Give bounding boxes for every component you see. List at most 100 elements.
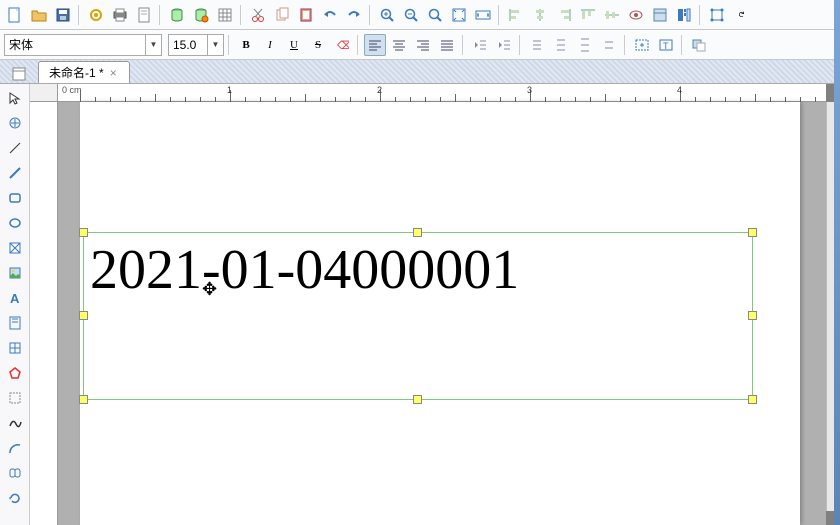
document-tab[interactable]: 未命名-1 * × [38,61,130,83]
italic-button[interactable]: I [259,34,281,56]
fit-page-icon[interactable] [448,4,470,26]
tab-strip: 未命名-1 * × [0,60,840,84]
align-center-icon[interactable] [388,34,410,56]
svg-text:A: A [10,291,20,305]
link-tool-icon[interactable] [3,461,27,485]
align-justify-icon[interactable] [436,34,458,56]
ellipse-tool-icon[interactable] [3,211,27,235]
canvas-area[interactable]: 2021-01-04000001 ✥ [58,102,826,525]
format-toolbar: ▼ ▼ B I U S ⌫ T [0,30,840,60]
canvas-container: 0 cm123456 1234 2021-01-04000001 ✥ [30,84,840,525]
arc-tool-icon[interactable] [3,436,27,460]
tools-panel: A [0,84,30,525]
resize-handle-mr[interactable] [748,311,757,320]
visibility-icon[interactable] [625,4,647,26]
page[interactable]: 2021-01-04000001 ✥ [80,102,800,525]
zoom-icon[interactable] [424,4,446,26]
spacing-1-icon[interactable] [526,34,548,56]
font-size-input[interactable] [169,35,207,55]
resize-handle-tm[interactable] [413,228,422,237]
font-size-combo[interactable]: ▼ [168,34,224,56]
snap-icon[interactable] [706,4,728,26]
font-size-dropdown-icon[interactable]: ▼ [207,35,223,55]
font-name-combo[interactable]: ▼ [4,34,162,56]
copy-icon[interactable] [271,4,293,26]
font-name-input[interactable] [5,35,145,55]
cut-icon[interactable] [247,4,269,26]
align-obj-top-icon[interactable] [577,4,599,26]
indent-less-icon[interactable] [469,34,491,56]
main-toolbar: ↻ [0,0,840,30]
align-obj-center-icon[interactable] [529,4,551,26]
image-frame-tool-icon[interactable] [3,236,27,260]
resize-handle-tl[interactable] [79,228,88,237]
zoom-in-icon[interactable] [376,4,398,26]
table-tool-icon[interactable] [3,336,27,360]
image-tool-icon[interactable] [3,261,27,285]
align-right-icon[interactable] [412,34,434,56]
window-list-icon[interactable] [8,63,30,85]
svg-text:⌫: ⌫ [337,40,349,52]
spacing-4-icon[interactable] [598,34,620,56]
properties-icon[interactable] [649,4,671,26]
save-icon[interactable] [52,4,74,26]
rotate-tool-icon[interactable] [3,486,27,510]
settings-gear-icon[interactable] [85,4,107,26]
text-frame-content[interactable]: 2021-01-04000001 [84,233,752,307]
resize-handle-ml[interactable] [79,311,88,320]
align-left-icon[interactable] [364,34,386,56]
clear-format-icon[interactable]: ⌫ [331,34,353,56]
text-tool-icon[interactable]: A [3,286,27,310]
db-link-icon[interactable] [190,4,212,26]
connector-tool-icon[interactable] [3,136,27,160]
align-obj-right-icon[interactable] [553,4,575,26]
polygon-tool-icon[interactable] [3,361,27,385]
zoom-out-icon[interactable] [400,4,422,26]
insert-frame-icon[interactable] [631,34,653,56]
spacing-3-icon[interactable] [574,34,596,56]
selected-text-frame[interactable]: 2021-01-04000001 ✥ [83,232,753,400]
font-name-dropdown-icon[interactable]: ▼ [145,35,161,55]
indent-more-icon[interactable] [493,34,515,56]
ruler-corner [30,84,58,102]
pan-tool-icon[interactable] [3,111,27,135]
resize-handle-br[interactable] [748,395,757,404]
database-icon[interactable] [166,4,188,26]
open-folder-icon[interactable] [28,4,50,26]
rotate90-icon[interactable]: ↻ [730,4,752,26]
navigator-icon[interactable] [673,4,695,26]
grid-icon[interactable] [214,4,236,26]
ruler-unit-label: 0 cm [62,85,82,95]
shape-tool-icon[interactable] [3,386,27,410]
undo-icon[interactable] [319,4,341,26]
spacing-2-icon[interactable] [550,34,572,56]
vertical-ruler[interactable]: 1234 [30,102,58,525]
window-right-edge [834,0,840,525]
redo-icon[interactable] [343,4,365,26]
pointer-tool-icon[interactable] [3,86,27,110]
workspace: A 0 cm123456 1234 2021-01-04000001 ✥ [0,84,840,525]
new-doc-icon[interactable] [4,4,26,26]
insert-text-icon[interactable]: T [655,34,677,56]
rect-tool-icon[interactable] [3,186,27,210]
resize-handle-bm[interactable] [413,395,422,404]
align-obj-middle-icon[interactable] [601,4,623,26]
underline-button[interactable]: U [283,34,305,56]
resize-handle-tr[interactable] [748,228,757,237]
bold-button[interactable]: B [235,34,257,56]
freehand-tool-icon[interactable] [3,411,27,435]
horizontal-ruler[interactable]: 0 cm123456 [58,84,826,102]
align-obj-left-icon[interactable] [505,4,527,26]
document-tab-label: 未命名-1 * [49,64,104,81]
resize-handle-bl[interactable] [79,395,88,404]
print-icon[interactable] [109,4,131,26]
fit-width-icon[interactable] [472,4,494,26]
tab-close-icon[interactable]: × [108,66,119,80]
line-tool-icon[interactable] [3,161,27,185]
paste-icon[interactable] [295,4,317,26]
svg-text:T: T [663,41,669,51]
send-back-icon[interactable] [688,34,710,56]
text-vertical-tool-icon[interactable] [3,311,27,335]
page-setup-icon[interactable] [133,4,155,26]
strike-button[interactable]: S [307,34,329,56]
